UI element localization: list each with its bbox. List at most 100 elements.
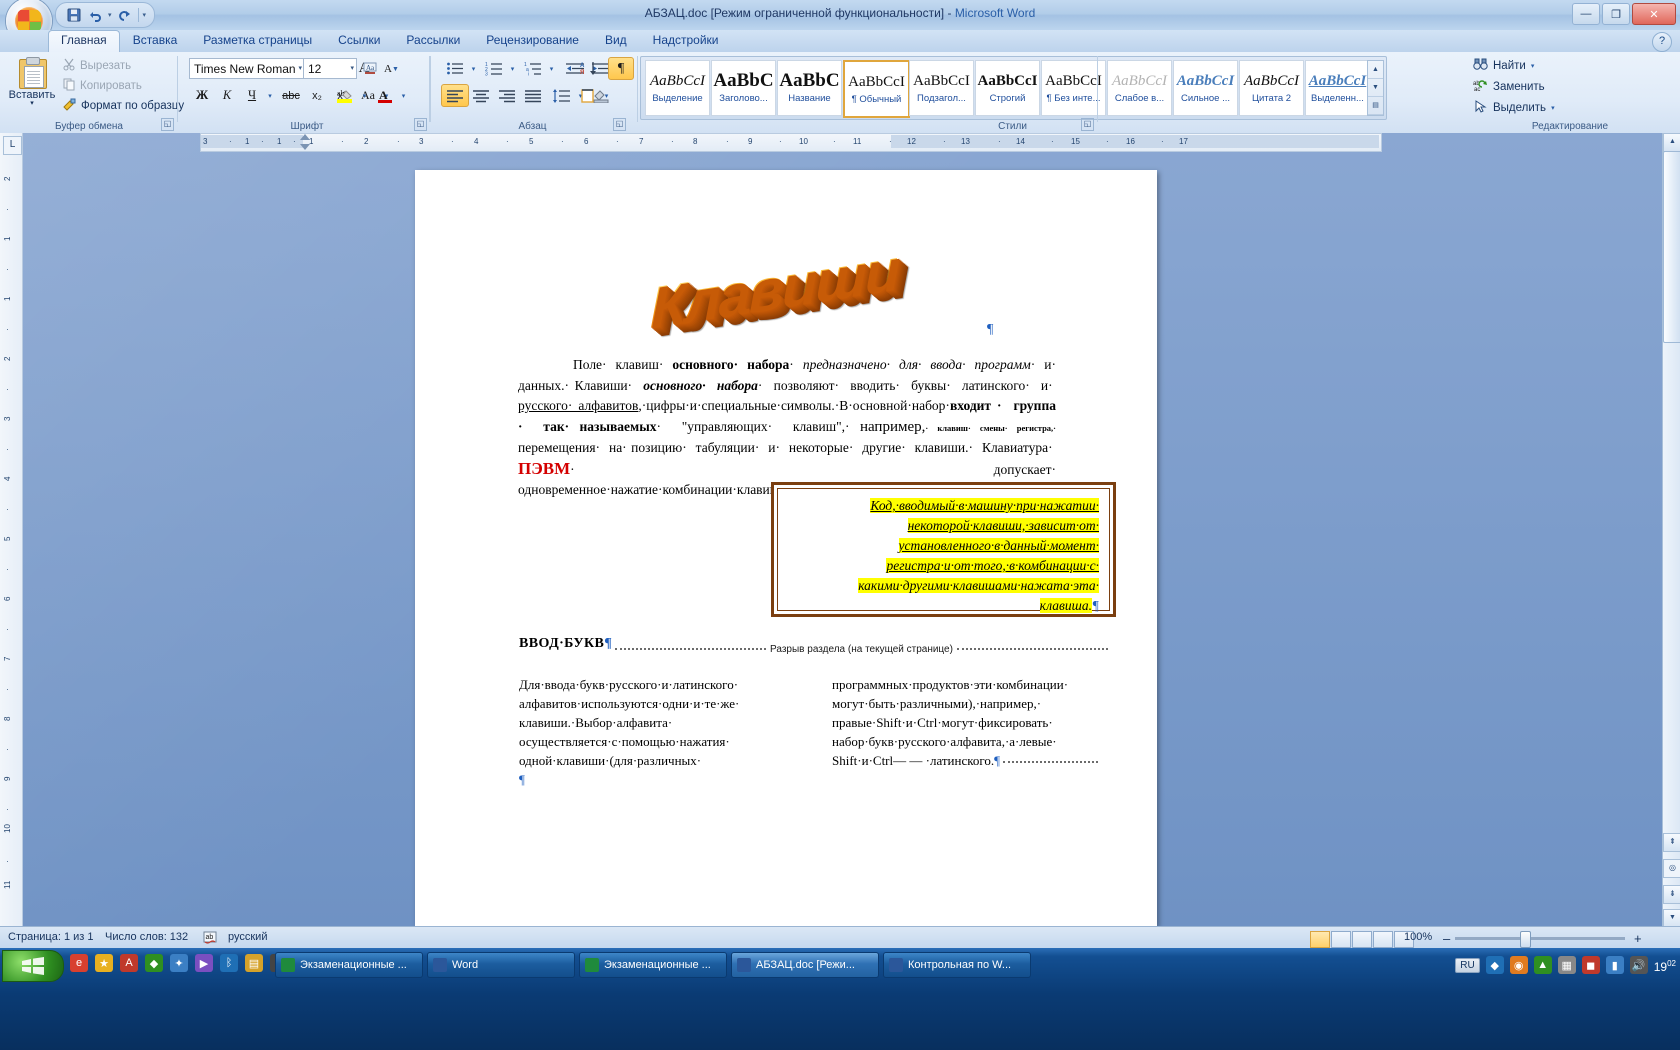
callout-text-box[interactable]: Код,·вводимый·в·машину·при·нажатии· неко… bbox=[771, 482, 1116, 617]
style-card-podzagolovok[interactable]: AaBbCcI Подзагол... bbox=[909, 60, 974, 116]
scrollbar-thumb[interactable] bbox=[1663, 151, 1680, 343]
subscript-button[interactable]: x₂ bbox=[304, 84, 330, 107]
taskbar-item-1[interactable]: Экзаменационные ... bbox=[275, 952, 423, 978]
select-dropdown-icon[interactable]: ▾ bbox=[1551, 104, 1555, 112]
numbering-button[interactable]: 123 bbox=[480, 57, 508, 80]
highlight-button[interactable]: ab bbox=[331, 84, 359, 107]
font-color-button[interactable]: A bbox=[372, 84, 398, 107]
paste-dropdown-icon[interactable]: ▾ bbox=[30, 100, 34, 107]
style-card-vydelenie[interactable]: AaBbCcI Выделение bbox=[645, 60, 710, 116]
sort-button[interactable]: AЯ bbox=[575, 57, 603, 80]
select-browse-object-button[interactable]: ◎ bbox=[1663, 859, 1680, 878]
quick-launch-icon-6[interactable]: ▶ bbox=[195, 954, 213, 972]
minimize-button[interactable]: — bbox=[1572, 3, 1600, 25]
vertical-scrollbar[interactable]: ▲ ⇞ ◎ ⇟ ▼ bbox=[1662, 133, 1680, 928]
styles-gallery-scrollbar[interactable]: ▲ ▼ ▤ bbox=[1367, 60, 1384, 116]
hanging-indent-marker[interactable] bbox=[300, 144, 310, 150]
zoom-in-button[interactable]: + bbox=[1634, 931, 1642, 946]
strikethrough-button[interactable]: abc bbox=[277, 84, 305, 107]
tab-vstavka[interactable]: Вставка bbox=[120, 30, 191, 52]
paste-button[interactable]: Вставить ▾ bbox=[8, 55, 56, 117]
document-body[interactable]: Клавиши ¶ Поле· клавиш· основного· набор… bbox=[415, 170, 1157, 926]
taskbar-item-5[interactable]: Контрольная по W... bbox=[883, 952, 1031, 978]
clipboard-dialog-launcher[interactable]: ◱ bbox=[161, 118, 174, 131]
bullets-button[interactable] bbox=[441, 57, 469, 80]
borders-button[interactable] bbox=[575, 84, 601, 107]
tray-icon-1[interactable]: ◆ bbox=[1485, 956, 1504, 974]
tray-icon-3[interactable]: ▲ bbox=[1533, 956, 1552, 974]
styles-scroll-up-button[interactable]: ▲ bbox=[1368, 61, 1383, 79]
status-page-number[interactable]: Страница: 1 из 1 bbox=[8, 931, 94, 943]
document-page[interactable]: Клавиши ¶ Поле· клавиш· основного· набор… bbox=[415, 170, 1157, 926]
column-left[interactable]: Для·ввода·букв·русского·и·латинского· ал… bbox=[519, 675, 774, 789]
quick-launch-icon-5[interactable]: ✦ bbox=[170, 954, 188, 972]
style-card-slaboe-vydelenie[interactable]: AaBbCcI Слабое в... bbox=[1107, 60, 1172, 116]
font-name-input[interactable]: Times New Roman ▾ bbox=[189, 58, 305, 79]
multilevel-dropdown-icon[interactable]: ▾ bbox=[545, 57, 558, 80]
styles-dialog-launcher[interactable]: ◱ bbox=[1081, 118, 1094, 131]
next-page-button[interactable]: ⇟ bbox=[1663, 885, 1680, 904]
view-outline-button[interactable] bbox=[1373, 931, 1393, 948]
restore-button[interactable]: ❐ bbox=[1602, 3, 1630, 25]
find-button[interactable]: Найти ▾ bbox=[1470, 56, 1537, 76]
italic-button[interactable]: К bbox=[214, 84, 240, 107]
style-card-strogiy[interactable]: AaBbCcI Строгий bbox=[975, 60, 1040, 116]
zoom-slider-handle[interactable] bbox=[1520, 931, 1531, 948]
clear-formatting-button[interactable]: Aa bbox=[358, 57, 384, 80]
zoom-slider-track[interactable] bbox=[1455, 937, 1625, 940]
numbering-dropdown-icon[interactable]: ▾ bbox=[506, 57, 519, 80]
help-button[interactable]: ? bbox=[1652, 32, 1672, 52]
styles-more-button[interactable]: ▤ bbox=[1368, 97, 1383, 115]
copy-button[interactable]: Копировать bbox=[60, 76, 145, 95]
tab-recenzirovanie[interactable]: Рецензирование bbox=[473, 30, 592, 52]
style-card-nazvanie[interactable]: AaBbC Название bbox=[777, 60, 842, 116]
start-button[interactable] bbox=[2, 950, 64, 982]
bullets-dropdown-icon[interactable]: ▾ bbox=[467, 57, 480, 80]
tab-glavnaya[interactable]: Главная bbox=[48, 30, 120, 52]
close-button[interactable]: ✕ bbox=[1632, 3, 1676, 25]
find-dropdown-icon[interactable]: ▾ bbox=[1531, 62, 1535, 70]
underline-dropdown-icon[interactable]: ▾ bbox=[263, 84, 277, 107]
align-center-button[interactable] bbox=[467, 84, 495, 107]
show-formatting-marks-button[interactable]: ¶ bbox=[608, 57, 634, 80]
underline-button[interactable]: Ч bbox=[239, 84, 265, 107]
bold-button[interactable]: Ж bbox=[189, 84, 215, 107]
style-card-obychnyy[interactable]: AaBbCcI ¶ Обычный bbox=[843, 60, 910, 118]
scroll-up-button[interactable]: ▲ bbox=[1663, 133, 1680, 152]
font-name-dropdown-icon[interactable]: ▾ bbox=[298, 64, 302, 72]
borders-dropdown-icon[interactable]: ▾ bbox=[600, 84, 613, 107]
bluetooth-icon[interactable]: ᛒ bbox=[220, 954, 238, 972]
view-web-layout-button[interactable] bbox=[1352, 931, 1372, 948]
cut-button[interactable]: Вырезать bbox=[60, 56, 134, 75]
tab-razmetka[interactable]: Разметка страницы bbox=[190, 30, 325, 52]
wordart-title[interactable]: Клавиши bbox=[650, 221, 990, 355]
paragraph-main[interactable]: Поле· клавиш· основного· набора· предназ… bbox=[518, 355, 1056, 501]
status-zoom-level[interactable]: 100% bbox=[1404, 931, 1432, 943]
tray-icon-4[interactable]: ▦ bbox=[1557, 956, 1576, 974]
previous-page-button[interactable]: ⇞ bbox=[1663, 833, 1680, 852]
highlight-dropdown-icon[interactable]: ▾ bbox=[358, 84, 371, 107]
language-indicator[interactable]: RU bbox=[1455, 957, 1480, 973]
vertical-ruler[interactable]: 2 · 1 · 1 · 2 · 3 · 4 · 5 · 6 · 7 · 8 · 9 · 10 · 11 bbox=[0, 133, 23, 926]
quick-launch-icon-4[interactable]: ◆ bbox=[145, 954, 163, 972]
taskbar-item-4[interactable]: АБЗАЦ.doc [Режи... bbox=[731, 952, 879, 978]
volume-icon[interactable]: 🔊 bbox=[1629, 956, 1648, 974]
column-right[interactable]: программных·продуктов·эти·комбинации· мо… bbox=[832, 675, 1104, 770]
tray-icon-2[interactable]: ◉ bbox=[1509, 956, 1528, 974]
tab-rassylki[interactable]: Рассылки bbox=[393, 30, 473, 52]
select-button[interactable]: Выделить ▾ bbox=[1470, 98, 1558, 118]
status-language[interactable]: русский bbox=[228, 931, 267, 943]
style-card-vydelennaya-citata[interactable]: AaBbCcI Выделенн... bbox=[1305, 60, 1370, 116]
justify-button[interactable] bbox=[519, 84, 547, 107]
status-word-count[interactable]: Число слов: 132 bbox=[105, 931, 188, 943]
taskbar-item-3[interactable]: Экзаменационные ... bbox=[579, 952, 727, 978]
styles-scroll-down-button[interactable]: ▼ bbox=[1368, 79, 1383, 97]
section-heading[interactable]: ВВОД·БУКВ¶ bbox=[519, 636, 612, 652]
format-painter-button[interactable]: Формат по образцу bbox=[60, 96, 187, 115]
tab-vid[interactable]: Вид bbox=[592, 30, 640, 52]
horizontal-ruler[interactable]: 3 · 1 · 1 · 1 · 2 · 3 · 4 · 5 · 6 · 7 · 8 · 9 · 10 … bbox=[200, 133, 1382, 152]
style-card-silnoe-vydelenie[interactable]: AaBbCcI Сильное ... bbox=[1173, 60, 1238, 116]
quick-launch-icon-3[interactable]: A bbox=[120, 954, 138, 972]
view-full-screen-reading-button[interactable] bbox=[1331, 931, 1351, 948]
replace-button[interactable]: ab ac Заменить bbox=[1470, 77, 1548, 97]
